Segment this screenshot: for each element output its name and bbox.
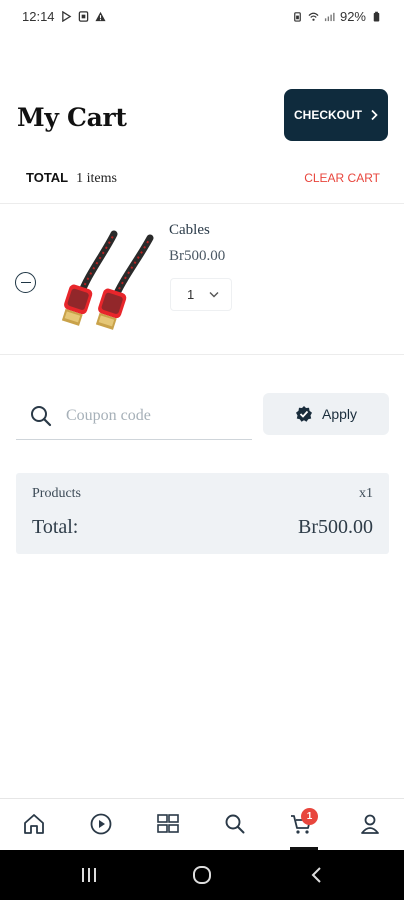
clear-cart-button[interactable]: CLEAR CART [304,171,380,185]
warning-notification-icon [95,11,106,21]
system-navigation-bar [0,850,404,900]
coupon-input[interactable] [66,406,236,425]
home-icon [24,814,44,834]
recent-apps-button[interactable] [77,864,101,886]
summary-total-label: Total: [32,516,79,538]
quantity-select[interactable]: 1 [170,278,232,311]
quantity-value: 1 [187,287,195,302]
verified-check-icon [295,406,312,422]
back-button[interactable] [305,864,329,886]
back-chevron-icon [311,867,321,883]
chevron-down-icon [209,292,219,298]
search-icon [31,405,52,426]
profile-icon [361,814,379,834]
total-label: TOTAL [26,170,69,185]
cart-total-row: TOTAL 1 items [26,170,117,187]
apply-label: Apply [321,406,358,422]
wifi-icon [308,12,319,21]
coupon-field [16,392,252,440]
checkout-button[interactable]: CHECKOUT [284,89,388,141]
alarm-icon [294,11,301,22]
divider [0,203,404,204]
page-title: My Cart [17,103,127,132]
remove-item-button[interactable] [15,272,36,293]
apply-coupon-button[interactable]: Apply [263,393,389,435]
minus-icon [20,281,31,284]
nav-videos[interactable] [88,811,114,837]
signal-icon [324,12,335,21]
checkout-label: CHECKOUT [294,108,362,122]
bottom-navigation [0,798,404,850]
play-circle-icon [90,813,112,835]
order-summary-panel: Products x1 Total: Br500.00 [16,473,389,554]
battery-icon [373,11,380,22]
divider [0,354,404,355]
nav-profile[interactable] [357,811,383,837]
grid-icon [157,814,179,833]
summary-products-label: Products [32,486,81,501]
sim-notification-icon [78,10,88,22]
cart-badge: 1 [301,808,318,825]
product-price: Br500.00 [169,248,226,264]
summary-total-value: Br500.00 [298,516,373,538]
status-left: 12:14 [22,9,106,24]
nav-categories[interactable] [155,811,181,837]
status-time: 12:14 [22,8,55,24]
play-store-notification-icon [61,10,71,22]
chevron-right-icon [371,109,378,121]
home-circle-icon [193,866,211,884]
status-bar: 12:14 92% [0,0,404,32]
items-count: 1 items [76,171,117,186]
search-icon [225,814,245,834]
nav-search[interactable] [222,811,248,837]
battery-percent: 92% [339,8,366,24]
home-button[interactable] [190,864,214,886]
product-name[interactable]: Cables [169,222,210,239]
recent-apps-icon [82,868,96,882]
status-right: 92% [292,9,382,24]
nav-home[interactable] [21,811,47,837]
product-image-hdmi-cable [61,230,154,330]
summary-products-qty: x1 [359,486,373,501]
